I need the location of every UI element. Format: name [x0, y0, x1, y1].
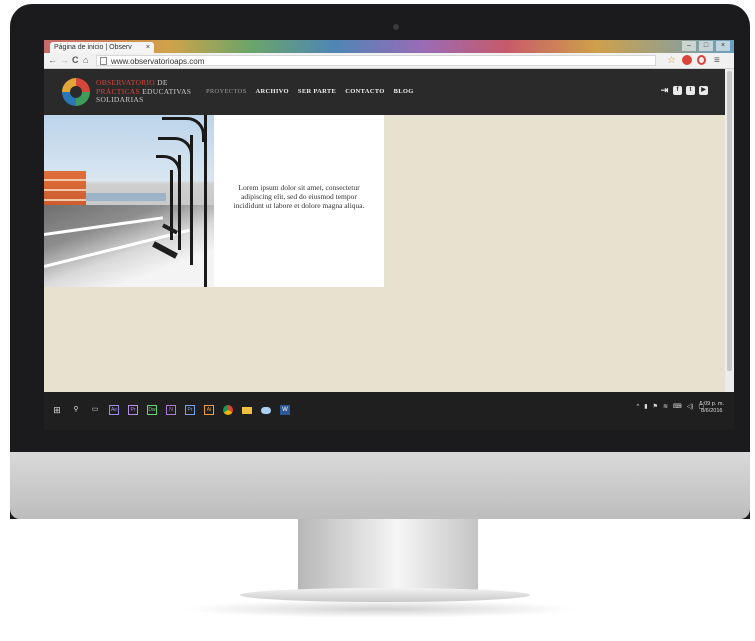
search-icon[interactable]: ⚲ [71, 405, 81, 415]
facebook-icon[interactable]: f [673, 86, 682, 95]
browser-tab-bar: Página de inicio | Observ × – □ × [44, 40, 734, 53]
clock-date: 8/6/2016 [701, 408, 723, 414]
close-window-button[interactable]: × [716, 41, 730, 51]
page-scrollbar[interactable] [725, 69, 734, 392]
battery-icon[interactable]: ▮ [644, 403, 647, 410]
nav-item-contacto[interactable]: CONTACTO [345, 88, 384, 95]
chrome-icon[interactable] [223, 405, 233, 415]
keyboard-icon[interactable]: ⌨ [673, 403, 682, 410]
after-effects-icon[interactable]: Ae [109, 405, 119, 415]
opera-icon[interactable] [697, 55, 706, 65]
volume-icon[interactable]: ◁) [687, 403, 694, 410]
screen: Página de inicio | Observ × – □ × ← → C … [44, 40, 734, 430]
system-tray: ^ ▮ ⚑ ≋ ⌨ ◁) ▢ [636, 403, 704, 411]
window-controls: – □ × [682, 41, 730, 51]
hero-image-promenade [44, 115, 214, 287]
premiere-icon[interactable]: Pr [128, 405, 138, 415]
browser-tab[interactable]: Página de inicio | Observ × [50, 42, 154, 53]
task-view-icon[interactable]: ▭ [90, 405, 100, 415]
nav-item-blog[interactable]: BLOG [394, 88, 414, 95]
site-header: OBSERVATORIO DE PRÁCTICAS EDUCATIVAS SOL… [44, 69, 734, 115]
nav-item-proyectos[interactable]: PROYECTOS [206, 88, 247, 95]
url-text: www.observatorioaps.com [111, 57, 205, 66]
nav-item-archivo[interactable]: ARCHIVO [256, 88, 289, 95]
stand-shadow [180, 600, 580, 618]
social-links: ⇥ f t ▶ [660, 86, 708, 95]
taskbar-clock[interactable]: 6:09 p. m. 8/6/2016 [700, 401, 724, 415]
taskbar-icons: ⊞ ⚲ ▭ Ae Pr Dw N Pr Ai W [52, 405, 290, 415]
youtube-icon[interactable]: ▶ [699, 86, 708, 95]
nav-item-ser-parte[interactable]: SER PARTE [298, 88, 336, 95]
twitter-icon[interactable]: t [686, 86, 695, 95]
wifi-icon[interactable]: ≋ [663, 403, 668, 410]
minimize-button[interactable]: – [682, 41, 696, 51]
login-icon[interactable]: ⇥ [660, 86, 669, 95]
home-button[interactable]: ⌂ [83, 54, 88, 67]
bookmark-star-icon[interactable]: ☆ [667, 54, 676, 67]
browser-menu-icon[interactable]: ≡ [714, 54, 720, 67]
address-bar-row: ← → C ⌂ www.observatorioaps.com ☆ ≡ [44, 53, 734, 69]
monitor-stand-base [240, 588, 530, 602]
illustrator-icon[interactable]: Ai [204, 405, 214, 415]
windows-start-icon[interactable]: ⊞ [52, 405, 62, 415]
maximize-button[interactable]: □ [699, 41, 713, 51]
page-icon [100, 57, 107, 65]
clock-time: 6:09 p. m. [699, 401, 724, 407]
adblock-icon[interactable] [682, 55, 692, 65]
logo-line2-b: EDUCATIVAS [142, 86, 192, 96]
sea-shape [86, 193, 166, 201]
prelude-icon[interactable]: Pr [185, 405, 195, 415]
monitor-chin [10, 452, 750, 519]
back-button[interactable]: ← [48, 54, 57, 67]
dreamweaver-icon[interactable]: Dw [147, 405, 157, 415]
scrollbar-thumb[interactable] [727, 71, 732, 371]
tab-title: Página de inicio | Observ [54, 44, 132, 51]
reload-button[interactable]: C [72, 54, 79, 67]
file-explorer-icon[interactable] [242, 406, 252, 414]
monitor-stand-neck [298, 519, 478, 595]
windows-taskbar: ⊞ ⚲ ▭ Ae Pr Dw N Pr Ai W ^ ▮ ⚑ ≋ ⌨ ◁) ▢ … [44, 392, 734, 430]
onenote-icon[interactable]: N [166, 405, 176, 415]
tray-chevron-icon[interactable]: ^ [636, 404, 639, 410]
webcam [393, 24, 399, 30]
forward-button[interactable]: → [60, 54, 69, 67]
url-field[interactable]: www.observatorioaps.com [96, 55, 656, 66]
site-logo-text[interactable]: OBSERVATORIO DE PRÁCTICAS EDUCATIVAS SOL… [96, 78, 192, 105]
logo-line3: SOLIDARIAS [96, 95, 144, 104]
network-icon[interactable]: ⚑ [653, 403, 658, 410]
intro-card: Lorem ipsum dolor sit amet, consectetur … [214, 115, 384, 287]
word-icon[interactable]: W [280, 405, 290, 415]
intro-text: Lorem ipsum dolor sit amet, consectetur … [233, 183, 365, 210]
tab-close-icon[interactable]: × [146, 42, 150, 53]
cloud-icon[interactable] [261, 406, 271, 414]
logo-icon[interactable] [62, 78, 90, 106]
main-nav: PROYECTOS ARCHIVO SER PARTE CONTACTO BLO… [206, 88, 414, 95]
